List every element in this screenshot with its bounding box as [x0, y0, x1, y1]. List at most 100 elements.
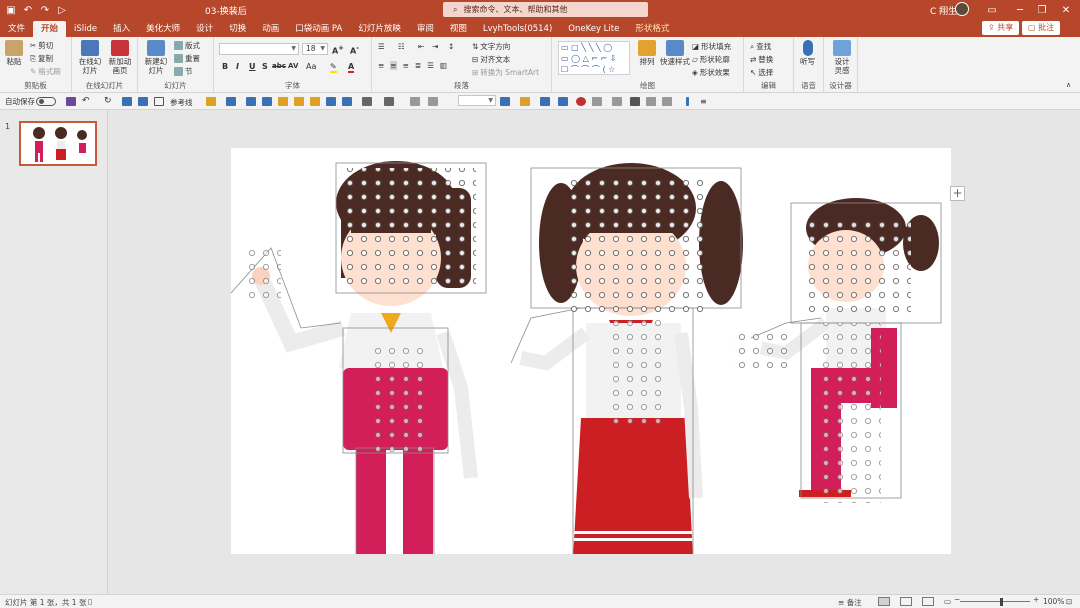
tab-0[interactable]: 文件: [0, 21, 33, 37]
align-icon[interactable]: [246, 97, 256, 106]
slide-artwork[interactable]: [230, 148, 951, 579]
star-icon[interactable]: [646, 97, 656, 106]
group-icon[interactable]: [262, 97, 272, 106]
highlight-icon[interactable]: ✎: [330, 62, 337, 73]
close-icon[interactable]: ✕: [1052, 2, 1080, 18]
redo-icon[interactable]: ↻: [104, 97, 114, 106]
new-anim-button[interactable]: 新加动画页: [106, 40, 134, 75]
tab-1[interactable]: 开始: [33, 21, 67, 37]
distribute-icon[interactable]: ☰: [427, 61, 434, 70]
slide-thumbnail[interactable]: [19, 121, 97, 166]
distribute-icon[interactable]: [326, 97, 336, 106]
edit-points-icon[interactable]: [410, 97, 420, 106]
fit-slide-icon[interactable]: ⊡: [1066, 597, 1072, 606]
undo-icon[interactable]: ↶: [21, 3, 35, 17]
search-box[interactable]: ⌕ 搜索命令、文本、帮助和其他: [443, 2, 648, 17]
shape-fill-button[interactable]: ◪ 形状填充: [692, 41, 731, 52]
image-icon[interactable]: [206, 97, 216, 106]
zoom-in-icon[interactable]: +: [1033, 595, 1039, 604]
outline-weight-combo[interactable]: ▼: [458, 95, 496, 106]
undo-icon[interactable]: ↶: [82, 97, 92, 106]
online-slide-button[interactable]: 在线幻灯片: [76, 40, 104, 75]
align-right-icon[interactable]: ≡: [403, 61, 409, 70]
shape-outline-button[interactable]: ▱ 形状轮廓: [692, 54, 730, 65]
sparkle-icon[interactable]: [428, 97, 438, 106]
change-case-button[interactable]: Aa: [306, 62, 316, 71]
record-icon[interactable]: [576, 97, 586, 106]
smartart-button[interactable]: ⊞ 转换为 SmartArt: [472, 67, 539, 78]
layer-icon[interactable]: [310, 97, 320, 106]
slide-canvas[interactable]: [230, 148, 951, 579]
tab-11[interactable]: 视图: [442, 21, 475, 37]
bullets-button[interactable]: ☰: [378, 42, 385, 51]
tab-5[interactable]: 设计: [188, 21, 221, 37]
select-button[interactable]: ↖ 选择: [750, 67, 773, 78]
comment-button[interactable]: ▢ 批注: [1022, 21, 1061, 35]
tab-12[interactable]: LvyhTools(0514): [475, 21, 560, 37]
format-painter-button[interactable]: ✎ 格式刷: [30, 66, 61, 77]
align-left-icon[interactable]: ≡: [378, 61, 384, 70]
eyedropper-icon[interactable]: [630, 97, 640, 106]
section-button[interactable]: 节: [174, 66, 193, 77]
italic-button[interactable]: I: [236, 62, 239, 71]
save-icon[interactable]: [66, 97, 76, 106]
zoom-level[interactable]: 100%: [1043, 597, 1064, 606]
slideshow-icon[interactable]: ▭: [944, 597, 951, 606]
tab-3[interactable]: 插入: [105, 21, 138, 37]
spacing-button[interactable]: AV: [288, 62, 298, 70]
text-direction-button[interactable]: ⇅ 文字方向: [472, 41, 510, 52]
indent-decrease-button[interactable]: ⇤: [418, 42, 424, 51]
reference-line-label[interactable]: 参考线: [170, 97, 193, 108]
avatar[interactable]: [955, 2, 969, 16]
sorter-view-icon[interactable]: [900, 597, 912, 606]
add-icon[interactable]: +: [950, 186, 965, 201]
present-icon[interactable]: [122, 97, 132, 106]
ribbon-display-icon[interactable]: ▭: [978, 2, 1006, 18]
strike-icon[interactable]: abc: [272, 62, 286, 70]
notes-button[interactable]: ≡ 备注: [838, 597, 862, 608]
columns-icon[interactable]: ▥: [440, 61, 447, 70]
tab-13[interactable]: OneKey Lite: [560, 21, 627, 37]
replace-button[interactable]: ⇄ 替换: [750, 54, 773, 65]
design-ideas-button[interactable]: 设计灵感: [831, 40, 853, 75]
rotate-icon[interactable]: [362, 97, 372, 106]
numbering-button[interactable]: ☷: [398, 42, 405, 51]
color-icon[interactable]: [500, 97, 510, 106]
normal-view-icon[interactable]: [878, 597, 890, 606]
font-name-combo[interactable]: ▼: [219, 43, 299, 55]
quick-styles-button[interactable]: 快速样式: [660, 40, 690, 66]
share-button[interactable]: ⇪ 共享: [982, 21, 1020, 35]
layout-button[interactable]: 版式: [174, 40, 200, 51]
line-spacing-button[interactable]: ↕: [448, 42, 454, 51]
align-buttons[interactable]: ≡ ≡ ≡ ≣ ☰ ▥: [378, 61, 447, 70]
lock-icon[interactable]: [592, 97, 602, 106]
collapse-ribbon-icon[interactable]: ∧: [1066, 81, 1071, 89]
zoom-out-icon[interactable]: −: [954, 595, 960, 604]
find-button[interactable]: ⌕ 查找: [750, 41, 771, 52]
font-color-button[interactable]: A: [348, 62, 355, 73]
redo-icon[interactable]: ↷: [38, 3, 52, 17]
gear-icon[interactable]: [662, 97, 672, 106]
bring-front-icon[interactable]: [278, 97, 288, 106]
arrange-button[interactable]: 排列: [638, 40, 656, 66]
shape-gallery[interactable]: ▭ ▢ ╲ ╲ ╲ ◯ ▭ ◯ △ ⌐ ⌐ ⇩ ☐ ⌒ ⌒ ⌒ ⟨ ☆: [558, 41, 630, 75]
shrink-font-icon[interactable]: A-: [350, 44, 359, 56]
crop-icon[interactable]: [226, 97, 236, 106]
tab-8[interactable]: 口袋动画 PA: [287, 21, 350, 37]
animation-icon[interactable]: [612, 97, 622, 106]
indent-increase-button[interactable]: ⇥: [432, 42, 438, 51]
zoom-slider-thumb[interactable]: [1000, 598, 1003, 606]
save-icon[interactable]: ▣: [4, 3, 18, 17]
new-slide-button[interactable]: 新建幻灯片: [142, 40, 170, 75]
autosave-toggle[interactable]: 关: [36, 97, 56, 106]
bold-button[interactable]: B: [222, 62, 228, 71]
grid-icon[interactable]: [558, 97, 568, 106]
tab-14[interactable]: 形状格式: [627, 21, 677, 37]
flip-icon[interactable]: [384, 97, 394, 106]
align-center-icon[interactable]: ≡: [390, 61, 397, 70]
dictate-button[interactable]: 听写: [800, 40, 815, 66]
copy-button[interactable]: ⎘ 复制: [30, 53, 53, 64]
reset-button[interactable]: 重置: [174, 53, 200, 64]
reading-view-icon[interactable]: [922, 597, 934, 606]
zoom-slider[interactable]: [960, 601, 1030, 602]
